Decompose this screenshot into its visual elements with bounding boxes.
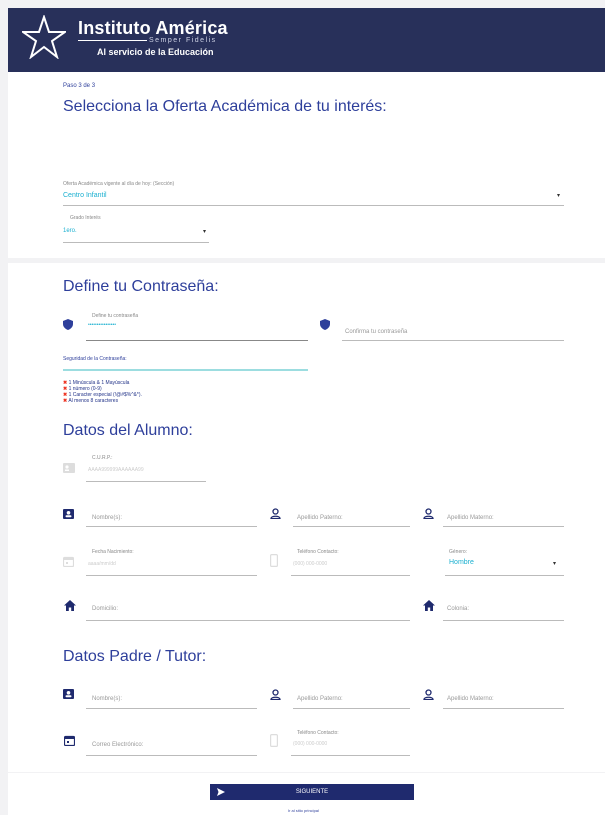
confirm-password-input[interactable]: Confirma tu contraseña bbox=[345, 329, 407, 335]
section-select[interactable]: Centro Infantil bbox=[63, 192, 107, 199]
person-icon bbox=[423, 508, 434, 519]
star-logo-icon bbox=[22, 15, 66, 59]
tutor-paternal-underline bbox=[293, 708, 410, 709]
tutor-phone-input[interactable]: (000) 000-0000 bbox=[293, 741, 327, 747]
gender-select[interactable]: Hombre bbox=[449, 559, 474, 566]
confirm-password-underline bbox=[342, 340, 564, 341]
neighborhood-icon bbox=[423, 600, 435, 611]
birth-label: Fecha Nacimiento: bbox=[92, 549, 134, 555]
grade-select[interactable]: 1ero. bbox=[63, 228, 77, 234]
requirement-item: ✖ Al menos 8 caracteres bbox=[63, 398, 119, 404]
next-button[interactable]: SIGUIENTE bbox=[210, 784, 414, 800]
phone-icon bbox=[270, 554, 278, 567]
password-strength-label: Seguridad de la Contraseña: bbox=[63, 356, 127, 362]
define-password-underline bbox=[86, 340, 308, 341]
tutor-phone-label: Teléfono Contacto: bbox=[297, 730, 339, 736]
password-title: Define tu Contraseña: bbox=[63, 278, 219, 295]
student-phone-underline bbox=[291, 575, 410, 576]
person-card-icon bbox=[63, 689, 74, 699]
password-requirements: ✖ 1 Minúscula & 1 Mayúscula ✖ 1 número (… bbox=[63, 380, 142, 404]
shield-icon bbox=[63, 319, 73, 330]
tutor-email-input[interactable]: Correo Electrónico: bbox=[92, 742, 143, 748]
person-card-icon bbox=[63, 509, 74, 519]
send-icon bbox=[217, 788, 225, 796]
brand-title: Instituto América bbox=[78, 18, 228, 38]
student-card bbox=[8, 410, 605, 772]
curp-label: C.U.R.P.: bbox=[92, 455, 113, 461]
calendar-icon bbox=[63, 556, 74, 567]
student-phone-input[interactable]: (000) 000-0000 bbox=[293, 561, 327, 567]
brand-motto: Semper Fidelis bbox=[147, 37, 219, 44]
password-strength-bar bbox=[63, 369, 308, 371]
birth-input[interactable]: aaaa/mm/dd bbox=[88, 561, 116, 567]
section-select-underline bbox=[63, 205, 564, 206]
home-icon bbox=[64, 600, 76, 611]
shield-icon bbox=[320, 319, 330, 330]
grade-select-underline bbox=[63, 242, 209, 243]
curp-underline bbox=[86, 481, 206, 482]
phone-icon bbox=[270, 734, 278, 747]
student-name-underline bbox=[86, 526, 257, 527]
gender-underline bbox=[445, 575, 564, 576]
birth-underline bbox=[86, 575, 257, 576]
grade-label: Grado Interés bbox=[70, 215, 101, 221]
student-paternal-input[interactable]: Apellido Paterno: bbox=[297, 515, 343, 521]
person-icon bbox=[270, 508, 281, 519]
calendar-icon bbox=[64, 735, 75, 746]
section-label: Oferta Académica vigente al día de hoy: … bbox=[63, 181, 175, 187]
person-icon bbox=[270, 689, 281, 700]
tutor-name-underline bbox=[86, 708, 257, 709]
person-icon bbox=[423, 689, 434, 700]
chevron-down-icon[interactable]: ▾ bbox=[557, 192, 560, 199]
tutor-name-input[interactable]: Nombre(s): bbox=[92, 696, 122, 702]
main-site-link[interactable]: Ir al sitio principal bbox=[288, 808, 319, 813]
chevron-down-icon[interactable]: ▾ bbox=[203, 228, 206, 235]
tutor-phone-underline bbox=[291, 755, 410, 756]
student-maternal-underline bbox=[443, 526, 564, 527]
gender-label: Género: bbox=[449, 549, 468, 555]
brand-tagline: Al servicio de la Educación bbox=[97, 47, 214, 57]
tutor-maternal-underline bbox=[443, 708, 564, 709]
define-password-label: Define tu contraseña bbox=[92, 313, 139, 319]
offer-title: Selecciona la Oferta Académica de tu int… bbox=[63, 98, 387, 115]
student-name-input[interactable]: Nombre(s): bbox=[92, 515, 122, 521]
tutor-maternal-input[interactable]: Apellido Materno: bbox=[447, 696, 494, 702]
tutor-title: Datos Padre / Tutor: bbox=[63, 648, 207, 665]
student-maternal-input[interactable]: Apellido Materno: bbox=[447, 515, 494, 521]
define-password-input[interactable]: •••••••••••••••• bbox=[88, 322, 116, 328]
tutor-email-underline bbox=[86, 755, 257, 756]
student-title: Datos del Alumno: bbox=[63, 422, 193, 439]
student-phone-label: Teléfono Contacto: bbox=[297, 549, 339, 555]
address-input[interactable]: Domicilio: bbox=[92, 606, 118, 612]
next-button-label: SIGUIENTE bbox=[295, 789, 329, 795]
student-paternal-underline bbox=[293, 526, 410, 527]
address-underline bbox=[86, 620, 410, 621]
id-card-icon bbox=[63, 463, 75, 473]
curp-input[interactable]: AAAA999999AAAAAA99 bbox=[88, 467, 144, 473]
chevron-down-icon[interactable]: ▾ bbox=[553, 560, 556, 567]
x-icon: ✖ bbox=[63, 398, 68, 404]
colonia-underline bbox=[443, 620, 564, 621]
colonia-input[interactable]: Colonia: bbox=[447, 606, 469, 612]
tutor-paternal-input[interactable]: Apellido Paterno: bbox=[297, 696, 343, 702]
step-indicator: Paso 3 de 3 bbox=[63, 83, 96, 89]
